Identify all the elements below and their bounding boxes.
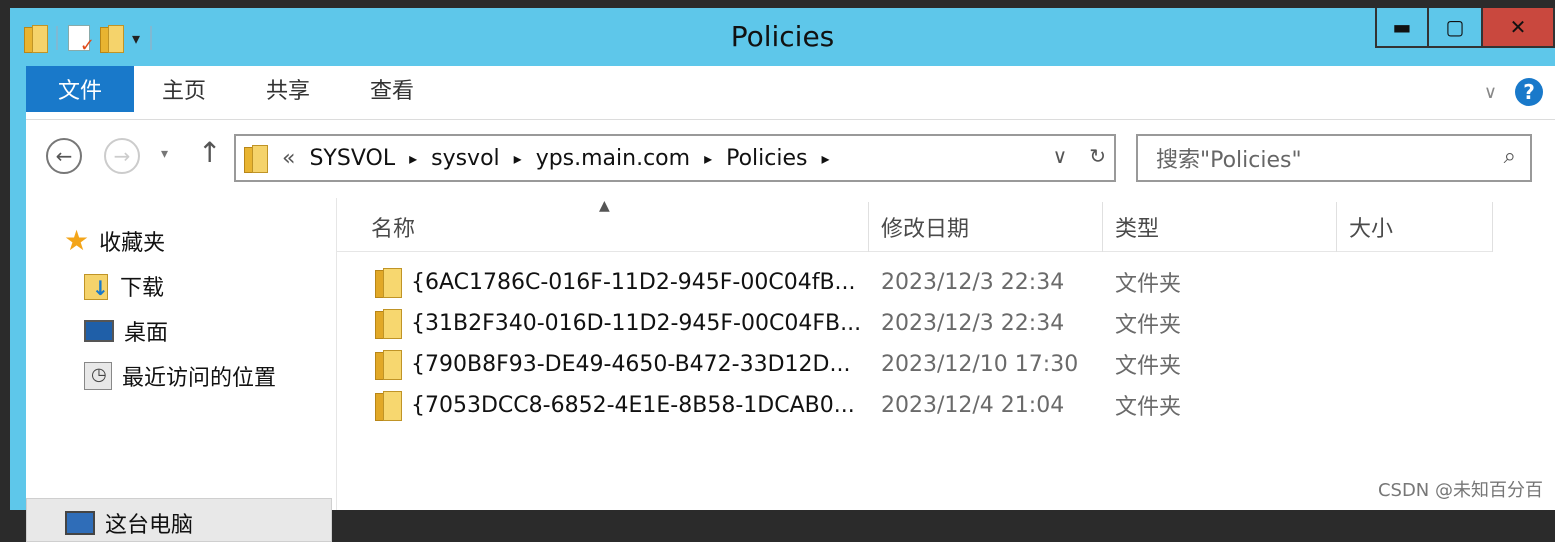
column-header-row: ▲ 名称 修改日期 类型 大小 xyxy=(337,198,1493,252)
address-bar-actions: ∨ ↻ xyxy=(1053,144,1106,168)
breadcrumb-separator-icon[interactable]: ▸ xyxy=(704,149,712,168)
folder-icon xyxy=(244,145,268,173)
file-modified: 2023/12/3 22:34 xyxy=(881,269,1065,295)
column-header-modified[interactable]: 修改日期 xyxy=(869,202,1103,252)
back-button[interactable]: ← xyxy=(46,138,82,174)
nav-item-label: 这台电脑 xyxy=(105,513,194,538)
recent-locations-dropdown-icon[interactable]: ▾ xyxy=(161,146,168,162)
file-type: 文件夹 xyxy=(1115,354,1182,379)
desktop-icon xyxy=(84,320,114,342)
tab-view[interactable]: 查看 xyxy=(370,66,414,112)
file-row[interactable]: {31B2F340-016D-11D2-945F-00C04FB... 2023… xyxy=(337,303,1493,343)
expand-ribbon-icon[interactable]: ∨ xyxy=(1484,82,1497,103)
file-name: {6AC1786C-016F-11D2-945F-00C04fB... xyxy=(375,268,856,298)
nav-item-label: 桌面 xyxy=(124,321,169,346)
file-row[interactable]: {6AC1786C-016F-11D2-945F-00C04fB... 2023… xyxy=(337,262,1493,302)
window-controls: ▬ ▢ ✕ xyxy=(1375,8,1555,48)
breadcrumb-sysvol-root[interactable]: SYSVOL xyxy=(309,146,395,171)
up-button[interactable]: ↑ xyxy=(198,136,221,169)
forward-button[interactable]: → xyxy=(104,138,140,174)
nav-item-desktop[interactable]: 桌面 xyxy=(84,315,168,347)
breadcrumb-overflow[interactable]: « xyxy=(282,146,295,171)
breadcrumb-domain[interactable]: yps.main.com xyxy=(536,146,690,171)
nav-item-downloads[interactable]: 下载 xyxy=(84,270,164,302)
star-icon: ★ xyxy=(64,224,90,257)
tab-file[interactable]: 文件 xyxy=(26,66,134,112)
recent-places-icon xyxy=(84,362,112,390)
nav-item-label: 下载 xyxy=(120,276,165,301)
watermark: CSDN @未知百分百 xyxy=(1377,480,1543,501)
address-bar[interactable]: « SYSVOL ▸ sysvol ▸ yps.main.com ▸ Polic… xyxy=(234,134,1116,182)
nav-item-this-pc-content: 这台电脑 xyxy=(65,507,193,539)
column-header-size[interactable]: 大小 xyxy=(1337,202,1493,252)
breadcrumb-separator-icon[interactable]: ▸ xyxy=(514,149,522,168)
file-name: {790B8F93-DE49-4650-B472-33D12D... xyxy=(375,350,850,380)
close-button[interactable]: ✕ xyxy=(1483,8,1555,48)
breadcrumb-policies[interactable]: Policies xyxy=(726,146,807,171)
file-type: 文件夹 xyxy=(1115,272,1182,297)
breadcrumb-sysvol[interactable]: sysvol xyxy=(431,146,500,171)
nav-item-recent-places[interactable]: 最近访问的位置 xyxy=(84,360,276,392)
search-input[interactable]: 搜索"Policies" xyxy=(1156,142,1302,174)
window-body: 文件 主页 共享 查看 ∨ ? ← → ▾ ↑ « SYSVOL ▸ sysvo… xyxy=(26,66,1555,542)
downloads-folder-icon xyxy=(84,272,110,300)
column-header-name[interactable]: 名称 xyxy=(337,202,869,252)
file-type: 文件夹 xyxy=(1115,395,1182,420)
breadcrumb-separator-icon[interactable]: ▸ xyxy=(821,149,829,168)
explorer-window-frame: ▾ Policies ▬ ▢ ✕ 文件 主页 共享 查看 ∨ ? ← → ▾ ↑ xyxy=(10,8,1555,542)
tab-share[interactable]: 共享 xyxy=(266,66,310,112)
column-header-type[interactable]: 类型 xyxy=(1103,202,1337,252)
minimize-button[interactable]: ▬ xyxy=(1375,8,1429,48)
maximize-button[interactable]: ▢ xyxy=(1429,8,1483,48)
ribbon: 文件 主页 共享 查看 ∨ ? xyxy=(26,66,1555,120)
window-title: Policies xyxy=(730,20,835,53)
search-box[interactable]: 搜索"Policies" ⌕ xyxy=(1136,134,1532,182)
navigation-bar: ← → ▾ ↑ « SYSVOL ▸ sysvol ▸ yps.main.com… xyxy=(26,120,1555,198)
help-icon[interactable]: ? xyxy=(1515,78,1543,106)
nav-item-label: 收藏夹 xyxy=(99,230,166,256)
navigation-pane: ★ 收藏夹 下载 桌面 最近访问的位置 这台电脑 xyxy=(26,198,334,542)
file-modified: 2023/12/3 22:34 xyxy=(881,310,1065,336)
file-row[interactable]: {7053DCC8-6852-4E1E-8B58-1DCAB0... 2023/… xyxy=(337,385,1493,425)
file-list: ▲ 名称 修改日期 类型 大小 {6AC1786C-016F-11D2-945F… xyxy=(336,198,1555,510)
breadcrumb-separator-icon[interactable]: ▸ xyxy=(409,149,417,168)
file-row[interactable]: {790B8F93-DE49-4650-B472-33D12D... 2023/… xyxy=(337,344,1493,384)
file-modified: 2023/12/4 21:04 xyxy=(881,392,1065,418)
folder-icon xyxy=(375,350,402,380)
ribbon-right-controls: ∨ ? xyxy=(1484,78,1543,106)
file-modified: 2023/12/10 17:30 xyxy=(881,351,1079,377)
search-icon[interactable]: ⌕ xyxy=(1504,144,1516,169)
address-history-dropdown-icon[interactable]: ∨ xyxy=(1053,144,1068,168)
nav-item-favorites[interactable]: ★ 收藏夹 xyxy=(64,224,165,257)
file-name: {31B2F340-016D-11D2-945F-00C04FB... xyxy=(375,309,861,339)
folder-icon xyxy=(375,268,402,298)
folder-icon xyxy=(375,309,402,339)
file-type: 文件夹 xyxy=(1115,313,1182,338)
computer-icon xyxy=(65,511,95,535)
nav-item-label: 最近访问的位置 xyxy=(122,366,277,391)
nav-item-this-pc[interactable]: 这台电脑 xyxy=(26,498,332,542)
refresh-icon[interactable]: ↻ xyxy=(1089,144,1106,168)
folder-icon xyxy=(375,391,402,421)
tab-home[interactable]: 主页 xyxy=(162,66,206,112)
file-name: {7053DCC8-6852-4E1E-8B58-1DCAB0... xyxy=(375,391,855,421)
